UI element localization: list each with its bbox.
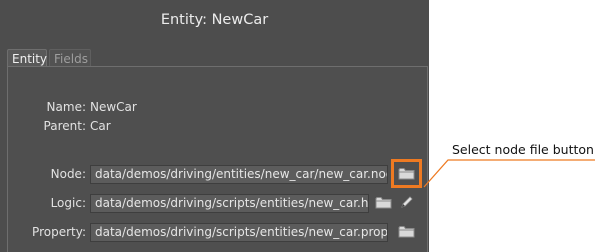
screenshot-stage: Entity: NewCar Entity Fields Name: NewCa… (0, 0, 600, 252)
callout-label: Select node file button (452, 142, 594, 157)
callout-line (423, 159, 595, 188)
